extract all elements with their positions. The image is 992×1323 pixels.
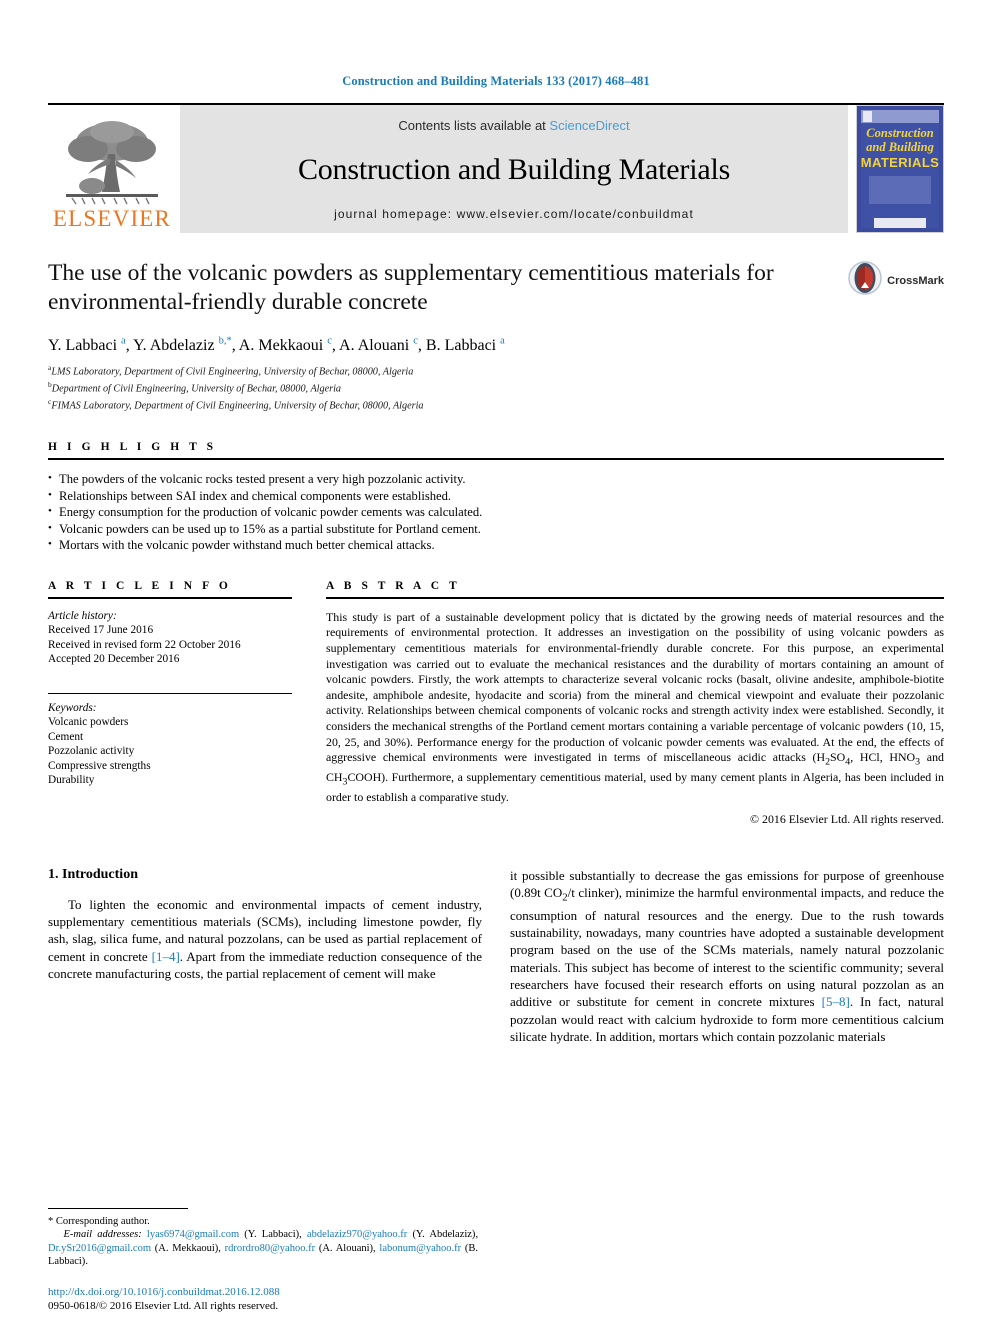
keywords-label: Keywords: bbox=[48, 701, 97, 714]
abstract-heading: A B S T R A C T bbox=[326, 579, 461, 592]
affiliation-text: LMS Laboratory, Department of Civil Engi… bbox=[51, 366, 414, 378]
crossmark-badge[interactable]: CrossMark bbox=[848, 261, 944, 300]
masthead-center: Contents lists available at ScienceDirec… bbox=[180, 105, 848, 233]
list-item: Energy consumption for the production of… bbox=[48, 503, 944, 521]
history-item: Received in revised form 22 October 2016 bbox=[48, 638, 241, 651]
highlights-list: The powders of the volcanic rocks tested… bbox=[48, 470, 944, 554]
keywords-block: Keywords: Volcanic powders Cement Pozzol… bbox=[48, 701, 292, 788]
affiliation-list: aLMS Laboratory, Department of Civil Eng… bbox=[48, 362, 944, 413]
author-list: Y. Labbaci a, Y. Abdelaziz b,*, A. Mekka… bbox=[48, 336, 944, 355]
list-item: Relationships between SAI index and chem… bbox=[48, 487, 944, 505]
crossmark-icon bbox=[848, 261, 882, 300]
cover-line-1: Construction bbox=[866, 126, 934, 140]
running-head: Construction and Building Materials 133 … bbox=[342, 74, 650, 88]
footnote-block: * Corresponding author. E-mail addresses… bbox=[48, 1207, 479, 1269]
list-item: Mortars with the volcanic powder withsta… bbox=[48, 536, 944, 554]
keyword-item: Volcanic powders bbox=[48, 716, 129, 729]
title-block: The use of the volcanic powders as suppl… bbox=[48, 259, 944, 323]
intro-paragraph-left: To lighten the economic and environmenta… bbox=[48, 896, 482, 982]
cover-topbar bbox=[861, 110, 939, 123]
elsevier-tree-icon bbox=[58, 118, 166, 206]
highlights-heading: H I G H L I G H T S bbox=[48, 441, 217, 454]
elsevier-wordmark: ELSEVIER bbox=[52, 206, 172, 231]
keyword-item: Cement bbox=[48, 730, 84, 743]
email-person: (Y. Abdelaziz) bbox=[412, 1229, 476, 1241]
abstract-rule bbox=[326, 596, 944, 599]
list-item: Volcanic powders can be used up to 15% a… bbox=[48, 520, 944, 538]
elsevier-logo: ELSEVIER bbox=[48, 105, 176, 233]
cover-footer-block bbox=[874, 218, 926, 228]
email-link[interactable]: Dr.ySr2016@gmail.com bbox=[48, 1243, 151, 1254]
affiliation-item: bDepartment of Civil Engineering, Univer… bbox=[48, 379, 944, 396]
footnote-rule bbox=[48, 1207, 188, 1209]
crossmark-label: CrossMark bbox=[887, 274, 944, 287]
cover-line-2: and Building bbox=[866, 140, 934, 154]
list-item: The powders of the volcanic rocks tested… bbox=[48, 470, 944, 488]
highlights-section: H I G H L I G H T S The powders of the v… bbox=[48, 441, 944, 554]
keyword-item: Pozzolanic activity bbox=[48, 745, 135, 758]
intro-paragraph-right: it possible substantially to decrease th… bbox=[510, 867, 944, 1046]
journal-homepage[interactable]: journal homepage: www.elsevier.com/locat… bbox=[334, 207, 694, 221]
abstract-text: This study is part of a sustainable deve… bbox=[326, 609, 944, 805]
contents-available-line: Contents lists available at ScienceDirec… bbox=[398, 118, 629, 133]
affiliation-text: FIMAS Laboratory, Department of Civil En… bbox=[51, 400, 424, 412]
paper-page: Construction and Building Materials 133 … bbox=[0, 0, 992, 1323]
sciencedirect-link[interactable]: ScienceDirect bbox=[549, 118, 629, 133]
keyword-item: Durability bbox=[48, 774, 95, 787]
body-columns: 1. Introduction To lighten the economic … bbox=[48, 867, 944, 1046]
affiliation-item: aLMS Laboratory, Department of Civil Eng… bbox=[48, 362, 944, 379]
article-history: Article history: Received 17 June 2016 R… bbox=[48, 609, 292, 667]
body-column-left: 1. Introduction To lighten the economic … bbox=[48, 867, 482, 1046]
section-title-introduction: 1. Introduction bbox=[48, 866, 138, 882]
page-title: The use of the volcanic powders as suppl… bbox=[48, 260, 774, 315]
cover-line-3: MATERIALS bbox=[860, 155, 940, 170]
doi-link[interactable]: http://dx.doi.org/10.1016/j.conbuildmat.… bbox=[48, 1285, 478, 1299]
highlights-rule bbox=[48, 458, 944, 461]
journal-title: Construction and Building Materials bbox=[297, 153, 731, 186]
authors-text: Y. Labbaci a, Y. Abdelaziz b,*, A. Mekka… bbox=[48, 336, 505, 355]
intro-right-pre: it possible substantially to decrease th… bbox=[510, 867, 945, 1010]
email-link[interactable]: abdelaziz970@yahoo.fr bbox=[307, 1229, 407, 1240]
history-item: Received 17 June 2016 bbox=[48, 624, 154, 637]
body-column-right: it possible substantially to decrease th… bbox=[510, 867, 944, 1046]
affiliation-text: Department of Civil Engineering, Univers… bbox=[51, 383, 342, 395]
email-addresses-note: E-mail addresses: lyas6974@gmail.com (Y.… bbox=[48, 1229, 479, 1268]
article-info-rule bbox=[48, 596, 292, 599]
email-link[interactable]: labonum@yahoo.fr bbox=[379, 1243, 461, 1254]
email-person: (A. Alouani) bbox=[318, 1242, 374, 1254]
email-person: (A. Mekkaoui) bbox=[154, 1242, 219, 1254]
info-abstract-row: A R T I C L E I N F O Article history: R… bbox=[48, 580, 944, 827]
affiliation-item: cFIMAS Laboratory, Department of Civil E… bbox=[48, 396, 944, 413]
article-history-label: Article history: bbox=[48, 609, 117, 622]
article-info-column: A R T I C L E I N F O Article history: R… bbox=[48, 580, 292, 827]
abstract-column: A B S T R A C T This study is part of a … bbox=[326, 580, 944, 827]
abstract-copyright: © 2016 Elsevier Ltd. All rights reserved… bbox=[750, 811, 944, 826]
citation-ref-5-8[interactable]: [5–8] bbox=[822, 994, 850, 1009]
email-person: (Y. Labbaci) bbox=[244, 1229, 300, 1241]
issn-copyright-line: 0950-0618/© 2016 Elsevier Ltd. All right… bbox=[48, 1300, 279, 1312]
keywords-rule bbox=[48, 692, 292, 694]
keyword-item: Compressive strengths bbox=[48, 759, 151, 772]
history-item: Accepted 20 December 2016 bbox=[48, 653, 180, 666]
journal-cover-thumbnail: Construction and Building MATERIALS bbox=[856, 105, 944, 233]
email-link[interactable]: rdrordro80@yahoo.fr bbox=[225, 1243, 315, 1254]
corresponding-author-note: * Corresponding author. bbox=[48, 1215, 150, 1227]
doi-block: http://dx.doi.org/10.1016/j.conbuildmat.… bbox=[48, 1285, 478, 1313]
contents-prefix: Contents lists available at bbox=[398, 118, 550, 133]
citation-ref-1-4[interactable]: [1–4] bbox=[152, 949, 180, 964]
article-info-heading: A R T I C L E I N F O bbox=[48, 579, 232, 592]
journal-masthead: ELSEVIER Contents lists available at Sci… bbox=[48, 103, 944, 233]
email-label: E-mail addresses: bbox=[63, 1229, 142, 1241]
email-link[interactable]: lyas6974@gmail.com bbox=[147, 1229, 239, 1240]
abstract-body: This study is part of a sustainable deve… bbox=[326, 610, 944, 806]
cover-text-block bbox=[869, 176, 931, 204]
